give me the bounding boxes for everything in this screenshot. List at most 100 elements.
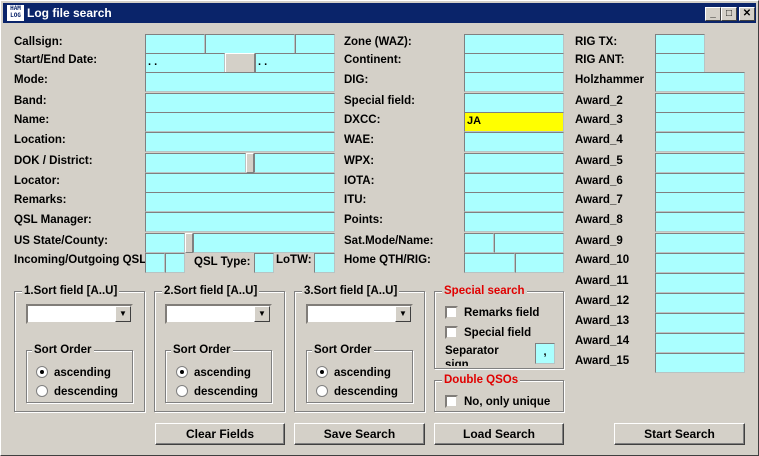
special-field-checkbox[interactable] [445,326,458,339]
callsign-field-2[interactable] [205,34,295,54]
chevron-down-icon[interactable]: ▼ [115,306,131,322]
award-2-field[interactable] [655,93,745,113]
chevron-down-icon[interactable]: ▼ [395,306,411,322]
remarks-field-checkbox-label: Remarks field [464,307,540,319]
locator-field[interactable] [145,173,335,193]
save-search-button[interactable]: Save Search [294,423,425,445]
holzhammer-field[interactable] [655,72,745,92]
end-date-field[interactable]: . . [255,53,335,73]
separator-sign-field[interactable]: , [535,343,555,364]
home-rig-field[interactable] [515,253,564,273]
location-field[interactable] [145,132,335,152]
wae-field[interactable] [464,132,564,152]
qsl-manager-field[interactable] [145,212,335,232]
points-field[interactable] [464,212,564,232]
district-field[interactable] [254,153,335,173]
rig-ant-field[interactable] [655,53,705,73]
wpx-field[interactable] [464,153,564,173]
award-14-label: Award_14 [575,335,630,347]
home-qth-field[interactable] [464,253,515,273]
callsign-field-3[interactable] [295,34,335,54]
sort-field-3-select[interactable]: ▼ [306,304,413,324]
sat-mode-field[interactable] [464,233,494,253]
sat-name-field[interactable] [494,233,564,253]
mode-label: Mode: [14,74,48,86]
band-field[interactable] [145,93,335,113]
maximize-button[interactable]: □ [721,7,737,21]
award-5-field[interactable] [655,153,745,173]
dig-field[interactable] [464,72,564,92]
ascending-label-1: ascending [54,367,111,379]
descending-label-1: descending [54,386,118,398]
start-date-field[interactable]: . . [145,53,225,73]
award-6-label: Award_6 [575,175,623,187]
ascending-radio-2[interactable] [176,366,188,378]
descending-radio-2[interactable] [176,385,188,397]
minimize-button[interactable]: _ [705,7,721,21]
award-10-field[interactable] [655,253,745,273]
award-3-field[interactable] [655,112,745,132]
only-unique-checkbox[interactable] [445,395,458,408]
incoming-qsl-field[interactable] [145,253,165,273]
name-label: Name: [14,114,50,126]
dok-field[interactable] [145,153,246,173]
award-5-label: Award_5 [575,155,623,167]
award-11-field[interactable] [655,273,745,293]
state-separator [185,233,193,253]
sort-field-1-select[interactable]: ▼ [26,304,133,324]
mode-field[interactable] [145,72,335,92]
descending-label-2: descending [194,386,258,398]
zone-label: Zone (WAZ): [344,36,412,48]
start-search-button[interactable]: Start Search [614,423,745,445]
sort-group-2-title: 2.Sort field [A..U] [162,284,260,298]
close-button[interactable]: ✕ [739,7,755,21]
lotw-field[interactable] [314,253,335,273]
iota-field[interactable] [464,173,564,193]
callsign-field-1[interactable] [145,34,205,54]
award-14-field[interactable] [655,333,745,353]
rig-tx-label: RIG TX: [575,36,618,48]
award-7-field[interactable] [655,192,745,212]
award-13-field[interactable] [655,313,745,333]
ascending-radio-1[interactable] [36,366,48,378]
chevron-down-icon[interactable]: ▼ [254,306,270,322]
outgoing-qsl-field[interactable] [165,253,185,273]
descending-radio-1[interactable] [36,385,48,397]
itu-field[interactable] [464,192,564,212]
continent-field[interactable] [464,53,564,73]
sort-field-2-select[interactable]: ▼ [165,304,272,324]
lotw-label: LoTW: [276,254,312,266]
special-field-label: Special field: [344,95,415,107]
award-9-field[interactable] [655,233,745,253]
dates-label: Start/End Date: [14,54,98,66]
zone-field[interactable] [464,34,564,54]
remarks-field[interactable] [145,192,335,212]
clear-fields-button[interactable]: Clear Fields [155,423,285,445]
remarks-field-checkbox[interactable] [445,306,458,319]
award-13-label: Award_13 [575,315,630,327]
county-field[interactable] [193,233,335,253]
dxcc-field[interactable]: JA [464,112,564,132]
qsl-type-field[interactable] [254,253,274,273]
award-15-field[interactable] [655,353,745,373]
continent-label: Continent: [344,54,402,66]
window-title: Log file search [27,6,112,20]
us-state-field[interactable] [145,233,185,253]
separator-sign-label: Separator sign [445,345,499,366]
award-11-label: Award_11 [575,275,629,287]
award-6-field[interactable] [655,173,745,193]
ascending-radio-3[interactable] [316,366,328,378]
rig-tx-field[interactable] [655,34,705,54]
special-field-input[interactable] [464,93,564,113]
descending-radio-3[interactable] [316,385,328,397]
award-4-field[interactable] [655,132,745,152]
dxcc-label: DXCC: [344,114,381,126]
award-8-field[interactable] [655,212,745,232]
iota-label: IOTA: [344,175,375,187]
name-field[interactable] [145,112,335,132]
sort-order-title-2: Sort Order [171,343,233,357]
wpx-label: WPX: [344,155,375,167]
award-12-field[interactable] [655,293,745,313]
qsl-type-label: QSL Type: [194,256,251,268]
load-search-button[interactable]: Load Search [434,423,564,445]
